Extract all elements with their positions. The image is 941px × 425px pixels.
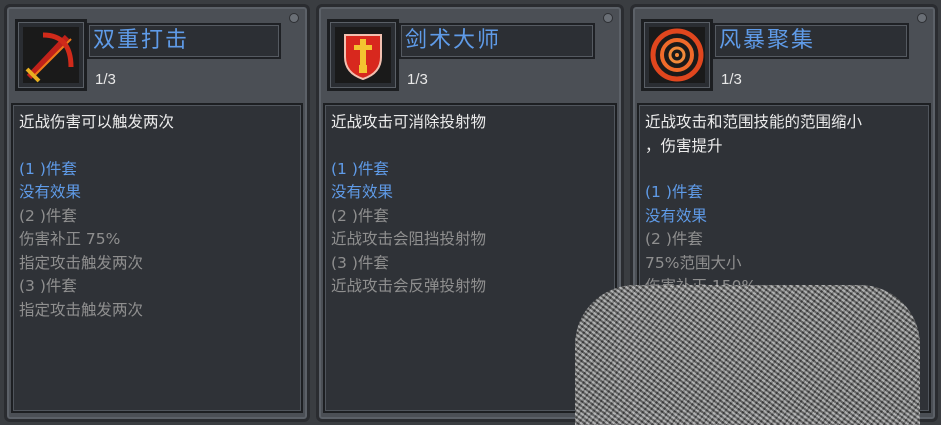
double-strike-icon (15, 19, 87, 91)
tier-effect: 75%范围大小 (645, 253, 742, 272)
tier-effect: 没有效果 (19, 183, 82, 201)
screw-decoration (289, 13, 299, 23)
tier-effect: 近战攻击会反弹投射物 (331, 277, 487, 295)
description-panel: 近战伤害可以触发两次 (1 )件套 没有效果 (2 )件套 伤害补正 75% 指… (11, 103, 303, 413)
card-title: 双重打击 (87, 23, 281, 59)
card-title: 风暴聚集 (713, 23, 909, 59)
screw-decoration (603, 13, 613, 23)
sword-master-icon (327, 19, 399, 91)
tier-effect: 指定攻击触发两次 (19, 300, 144, 319)
storm-focus-icon (641, 19, 713, 91)
tier-label: (1 )件套 (19, 159, 77, 178)
tier-effect: 没有效果 (331, 183, 394, 201)
tier-effect: 没有效果 (645, 206, 708, 225)
tier-label: (1 )件套 (645, 183, 703, 201)
tier-effect: 近战攻击会阻挡投射物 (331, 230, 487, 248)
noise-overlay (575, 285, 920, 425)
screw-decoration (917, 13, 927, 23)
card-title: 剑术大师 (399, 23, 595, 59)
set-count: 1/3 (95, 71, 116, 88)
tier-label: (3 )件套 (331, 253, 389, 272)
tier-label: (2 )件套 (645, 230, 703, 248)
tier-label: (1 )件套 (331, 159, 389, 178)
set-count: 1/3 (721, 71, 742, 88)
tier-label: (2 )件套 (331, 206, 389, 225)
set-card-double-strike: 双重打击 1/3 近战伤害可以触发两次 (1 )件套 没有效果 (2 )件套 伤… (4, 4, 310, 422)
description-panel: 近战攻击可消除投射物 (1 )件套 没有效果 (2 )件套 近战攻击会阻挡投射物… (323, 103, 617, 413)
set-description: 近战攻击可消除投射物 (331, 113, 487, 131)
set-count: 1/3 (407, 71, 428, 88)
tier-label: (2 )件套 (19, 206, 77, 225)
tier-label: (3 )件套 (19, 277, 77, 295)
set-description: 近战攻击和范围技能的范围缩小 ，伤害提升 (645, 113, 863, 155)
tier-effect: 指定攻击触发两次 (19, 253, 144, 272)
set-description: 近战伤害可以触发两次 (19, 113, 175, 131)
tier-effect: 伤害补正 75% (19, 230, 121, 248)
